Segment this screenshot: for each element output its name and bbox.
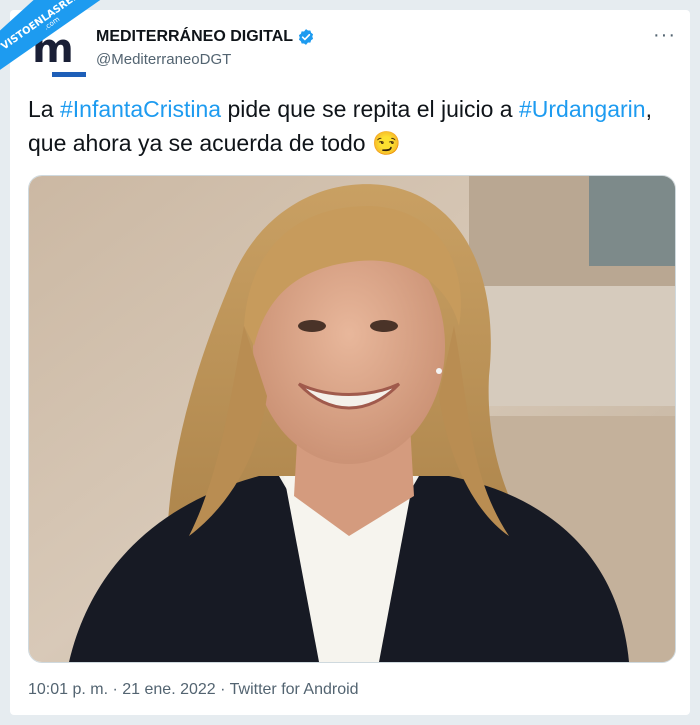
photo-portrait-image (29, 176, 675, 662)
tweet-source[interactable]: Twitter for Android (230, 681, 359, 698)
hashtag-link[interactable]: #Urdangarin (519, 96, 646, 122)
tweet-card: m MEDITERRÁNEO DIGITAL @MediterraneoDGT … (10, 10, 690, 715)
avatar-letter: m (32, 26, 74, 72)
meta-separator: · (108, 681, 123, 698)
tweet-date[interactable]: 21 ene. 2022 (122, 681, 215, 698)
tweet-text-part: La (28, 96, 60, 122)
author-name-row[interactable]: MEDITERRÁNEO DIGITAL (96, 28, 315, 46)
avatar-underline (52, 72, 86, 77)
meta-separator: · (215, 681, 230, 698)
tweet-time[interactable]: 10:01 p. m. (28, 681, 108, 698)
tweet-photo[interactable] (28, 175, 676, 663)
tweet-text-part: pide que se repita el juicio a (221, 96, 519, 122)
more-options-icon[interactable]: ··· (653, 24, 676, 47)
account-handle[interactable]: @MediterraneoDGT (96, 51, 231, 68)
display-name[interactable]: MEDITERRÁNEO DIGITAL (96, 28, 293, 46)
hashtag-link[interactable]: #InfantaCristina (60, 96, 221, 122)
tweet-text: La #InfantaCristina pide que se repita e… (28, 92, 668, 160)
verified-badge-icon (298, 29, 314, 45)
tweet-timestamp-row: 10:01 p. m. · 21 ene. 2022 · Twitter for… (28, 681, 359, 699)
avatar[interactable]: m (28, 24, 86, 77)
